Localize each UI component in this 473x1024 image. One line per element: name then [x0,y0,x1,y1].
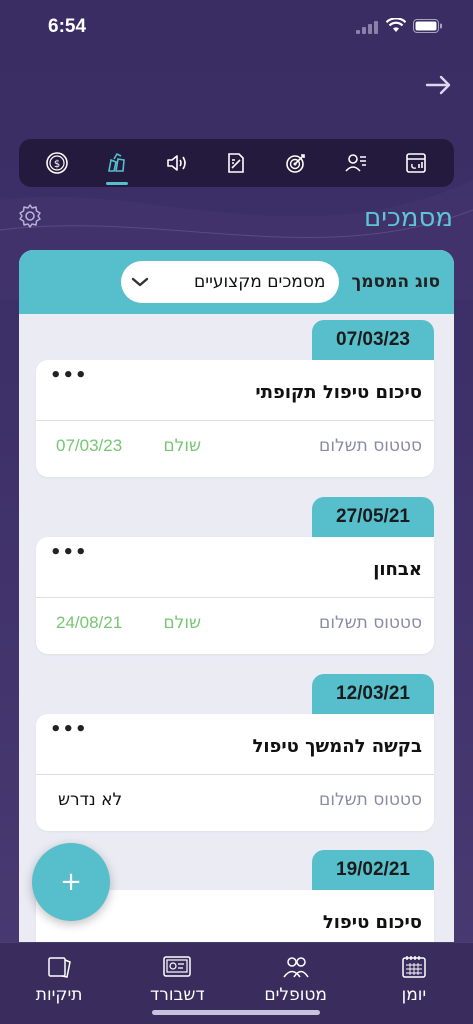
signal-icon [356,21,378,34]
document-title: סיכום טיפול [322,912,422,933]
nav-item-folders[interactable]: תיקיות [4,943,114,1024]
card-divider [36,597,434,598]
tab-reports[interactable] [396,143,436,183]
dashboard-icon [163,956,192,977]
document-card[interactable]: ••• סיכום טיפול תקופתי סטטוס תשלום שולם … [36,360,434,477]
settings-gear-icon[interactable] [17,203,43,229]
document-title: אבחון [373,559,422,580]
document-entry: 27/05/21 ••• אבחון סטטוס תשלום שולם 24/0… [36,497,434,654]
payment-status-label: סטטוס תשלום [319,790,422,810]
tab-edit-form[interactable] [216,143,256,183]
document-card[interactable]: ••• בקשה להמשך טיפול סטטוס תשלום לא נדרש [36,714,434,831]
document-card[interactable]: ••• אבחון סטטוס תשלום שולם 24/08/21 [36,537,434,654]
document-date: 27/05/21 [312,497,434,537]
payment-status-label: סטטוס תשלום [319,613,422,633]
payment-status-label: סטטוס תשלום [319,436,422,456]
svg-text:$: $ [54,159,60,170]
plus-icon: + [60,867,82,897]
target-icon [286,154,306,173]
user-list-icon [345,154,367,172]
more-options-icon[interactable]: ••• [50,542,88,563]
filter-bar: סוג המסמך מסמכים מקצועיים [19,250,454,314]
status-bar: 6:54 [0,0,473,54]
card-divider [36,774,434,775]
payment-date: 07/03/23 [56,436,123,455]
edit-form-icon [228,153,245,173]
document-type-select[interactable]: מסמכים מקצועיים [121,261,340,303]
payment-date: 24/08/21 [56,613,123,632]
document-entry: 07/03/23 ••• סיכום טיפול תקופתי סטטוס תש… [36,320,434,477]
payment-status-value: לא נדרש [58,790,123,810]
tab-profile[interactable] [336,143,376,183]
nav-label: דשבורד [150,985,205,1005]
more-options-icon[interactable]: ••• [50,365,88,386]
payment-status-value: שולם [163,613,201,633]
document-title: בקשה להמשך טיפול [252,736,422,757]
document-date: 07/03/23 [312,320,434,360]
document-title: סיכום טיפול תקופתי [255,382,422,403]
calendar-icon [402,956,426,978]
status-time: 6:54 [48,16,87,37]
tab-documents[interactable] [97,143,137,185]
documents-icon [107,152,125,172]
more-options-icon[interactable]: ••• [50,719,88,740]
page-title: מסמכים [363,203,453,233]
wifi-icon [386,18,406,32]
document-date: 19/02/21 [312,850,434,890]
filter-label: סוג המסמך [351,272,440,292]
tab-audio[interactable] [157,143,197,183]
back-arrow-icon[interactable] [424,72,454,98]
tab-payments[interactable]: $ [37,143,77,183]
nav-label: מטופלים [264,985,327,1005]
add-document-button[interactable]: + [32,843,110,921]
card-divider [36,420,434,421]
folders-icon [48,957,71,978]
nav-item-calendar[interactable]: יומן [359,943,469,1024]
chevron-down-icon [132,277,149,287]
patients-icon [283,957,309,978]
battery-icon [413,19,442,33]
nav-label: יומן [401,985,427,1005]
payment-status-value: שולם [163,436,201,456]
coin-icon: $ [46,152,68,174]
document-date: 12/03/21 [312,674,434,714]
nav-label: תיקיות [35,985,83,1005]
document-entry: 12/03/21 ••• בקשה להמשך טיפול סטטוס תשלו… [36,674,434,831]
document-type-value: מסמכים מקצועיים [193,272,326,292]
chart-board-icon [406,153,426,173]
home-indicator [152,1010,320,1015]
tab-goals[interactable] [276,143,316,183]
speaker-icon [166,155,186,171]
section-toolbar: $ [19,139,454,187]
